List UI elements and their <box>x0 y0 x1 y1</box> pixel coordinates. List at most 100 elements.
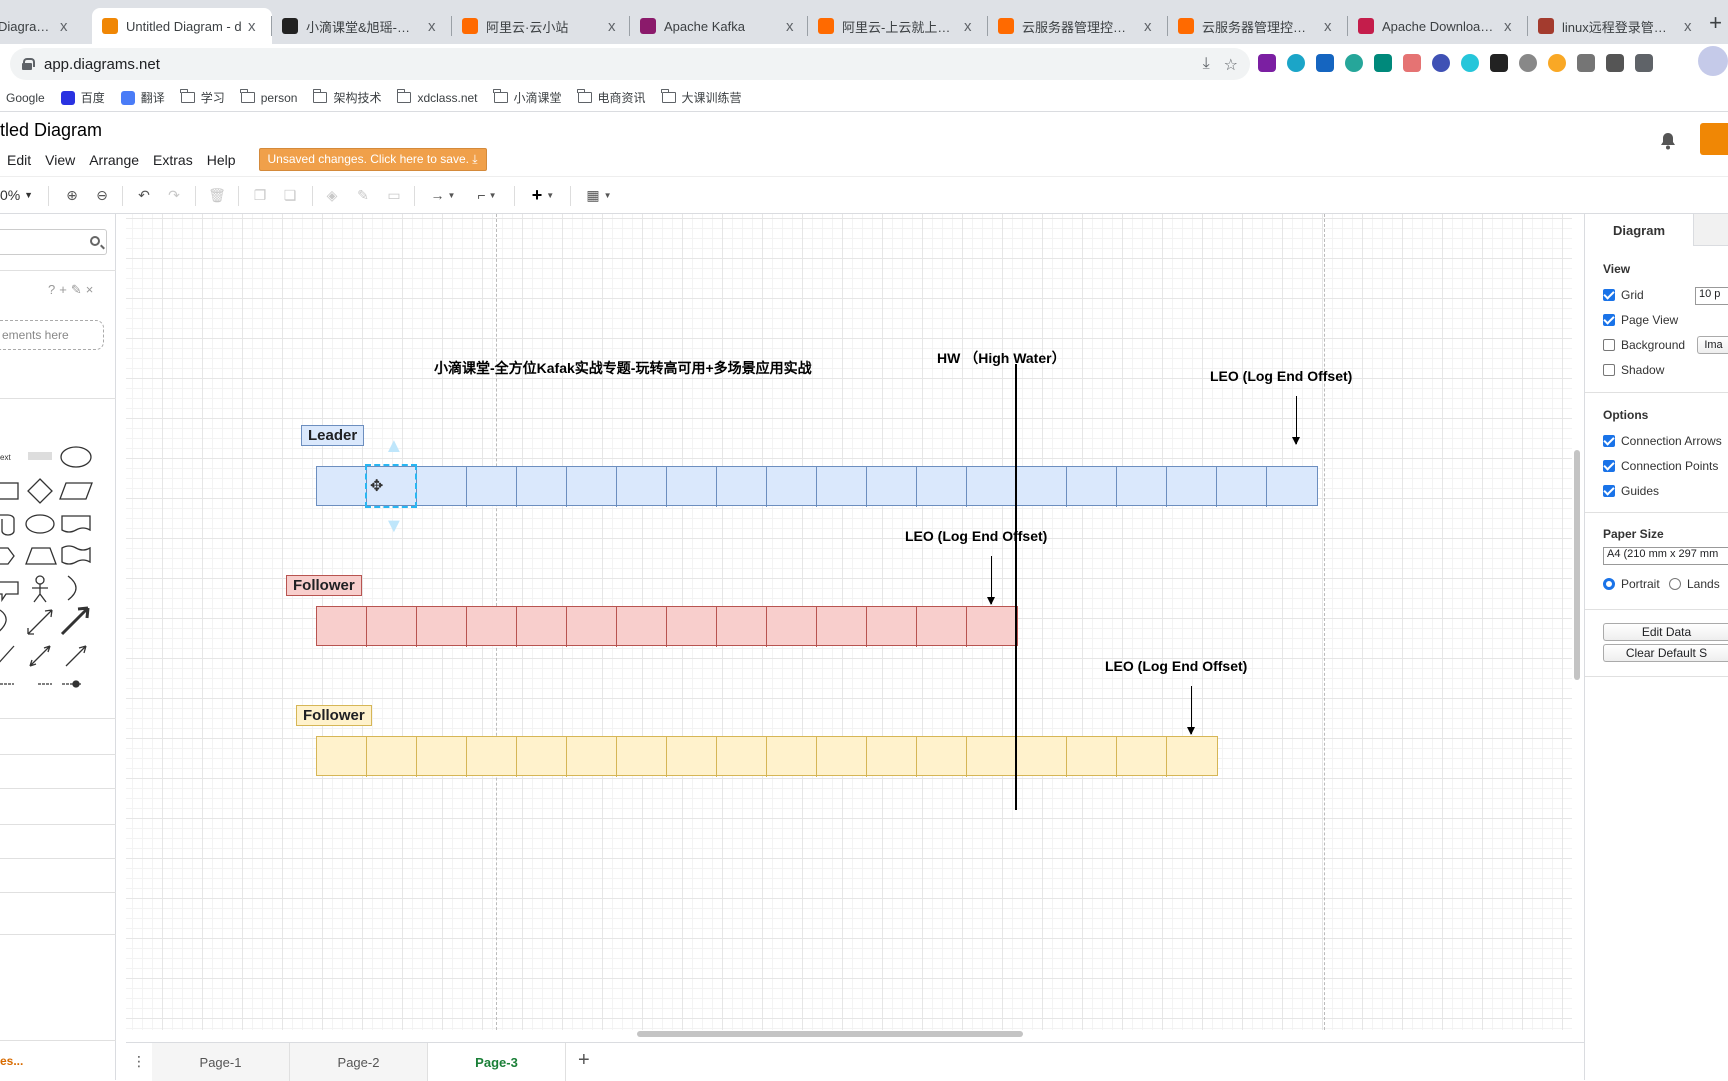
waypoints-icon[interactable]: ⌐ ▼ <box>470 185 504 205</box>
checkbox[interactable] <box>1603 339 1615 351</box>
search-icon[interactable] <box>90 236 100 246</box>
tab-page-2[interactable]: Page-2 <box>290 1043 428 1081</box>
log-cell[interactable] <box>817 467 867 507</box>
document-title[interactable]: itled Diagram <box>0 120 102 141</box>
high-water-line[interactable] <box>1015 364 1017 810</box>
close-icon[interactable]: × <box>86 282 98 297</box>
log-cell[interactable] <box>517 467 567 507</box>
log-cell[interactable] <box>617 467 667 507</box>
url-omnibox[interactable]: app.diagrams.net ⤓ ☆ <box>10 48 1250 80</box>
shadow-icon[interactable]: ▭ <box>384 185 404 205</box>
menu-arrange[interactable]: Arrange <box>82 152 146 168</box>
log-cell[interactable] <box>417 467 467 507</box>
to-front-icon[interactable]: ❐ <box>250 185 270 205</box>
browser-tab[interactable]: 云服务器管理控制台 x <box>988 8 1168 44</box>
browser-tab[interactable]: 云服务器管理控制台 x <box>1168 8 1348 44</box>
url-text[interactable]: app.diagrams.net <box>44 56 160 73</box>
unsaved-changes-button[interactable]: Unsaved changes. Click here to save. ⤓ <box>258 148 487 171</box>
extension-icon[interactable] <box>1577 54 1595 72</box>
extension-icon[interactable] <box>1287 54 1305 72</box>
extension-icon[interactable] <box>1316 54 1334 72</box>
extension-icon[interactable] <box>1519 54 1537 72</box>
radio[interactable] <box>1603 578 1615 590</box>
log-cell[interactable] <box>567 737 617 777</box>
diagram-title[interactable]: 小滴课堂-全方位Kafak实战专题-玩转高可用+多场景应用实战 <box>434 358 812 378</box>
log-cell[interactable] <box>317 467 367 507</box>
add-page-button[interactable]: + <box>578 1049 590 1072</box>
extension-icon[interactable] <box>1345 54 1363 72</box>
log-cell[interactable] <box>567 467 617 507</box>
grid-checkbox[interactable]: Grid <box>1603 288 1644 302</box>
checkbox[interactable] <box>1603 314 1615 326</box>
bookmark-item[interactable]: 大课训练营 <box>661 89 742 106</box>
fill-color-icon[interactable]: ◈ <box>322 185 342 205</box>
menu-help[interactable]: Help <box>200 152 243 168</box>
add-icon[interactable]: + <box>59 282 71 297</box>
connection-style-icon[interactable]: → ▼ <box>426 185 460 205</box>
log-cell[interactable] <box>917 607 967 647</box>
undo-icon[interactable]: ↶ <box>134 185 154 205</box>
log-cell[interactable] <box>417 737 467 777</box>
edit-data-button[interactable]: Edit Data <box>1603 623 1728 641</box>
shape-palette[interactable]: ext <box>0 404 116 884</box>
bookmark-item[interactable]: 翻译 <box>120 89 165 106</box>
log-cell[interactable] <box>967 467 1017 507</box>
leader-log-row[interactable] <box>316 466 1318 507</box>
clear-default-style-button[interactable]: Clear Default S <box>1603 644 1728 662</box>
tab-close-icon[interactable]: x <box>786 18 800 35</box>
zoom-out-icon[interactable]: ⊖ <box>92 185 112 205</box>
shadow-checkbox[interactable]: Shadow <box>1603 363 1664 377</box>
log-cell[interactable] <box>467 467 517 507</box>
radio[interactable] <box>1669 578 1681 590</box>
shape-search-input[interactable] <box>0 229 107 255</box>
log-cell[interactable] <box>1117 467 1167 507</box>
log-cell[interactable] <box>1167 737 1217 777</box>
delete-icon[interactable]: 🗑 <box>207 185 227 205</box>
menu-view[interactable]: View <box>38 152 82 168</box>
log-cell[interactable] <box>417 607 467 647</box>
log-cell[interactable] <box>667 467 717 507</box>
leo-label-follower-2[interactable]: LEO (Log End Offset) <box>1105 658 1247 674</box>
log-cell[interactable] <box>1017 737 1067 777</box>
log-cell[interactable] <box>617 607 667 647</box>
browser-tab[interactable]: Untitled Diagram - d x <box>92 8 272 44</box>
browser-tab[interactable]: 阿里云-上云就上阿里 x <box>808 8 988 44</box>
connect-arrow-up-icon[interactable]: ▲ <box>384 436 404 456</box>
to-back-icon[interactable]: ❏ <box>280 185 300 205</box>
tab-style[interactable] <box>1693 214 1728 246</box>
extension-icon[interactable] <box>1258 54 1276 72</box>
follower-log-row-2[interactable] <box>316 736 1218 777</box>
bookmark-item[interactable]: Google <box>6 91 45 105</box>
portrait-radio[interactable]: Portrait <box>1603 577 1660 591</box>
menu-extras[interactable]: Extras <box>146 152 200 168</box>
log-cell[interactable] <box>917 737 967 777</box>
tab-page-3[interactable]: Page-3 <box>428 1043 566 1081</box>
help-icon[interactable]: ? <box>48 282 59 297</box>
bookmark-item[interactable]: 学习 <box>180 89 225 106</box>
log-cell[interactable] <box>367 607 417 647</box>
connection-arrows-checkbox[interactable]: Connection Arrows <box>1603 434 1722 448</box>
paper-size-select[interactable]: A4 (210 mm x 297 mm <box>1603 547 1728 565</box>
notification-bell-icon[interactable] <box>1660 132 1676 150</box>
log-cell[interactable] <box>367 737 417 777</box>
install-app-icon[interactable]: ⤓ <box>1203 55 1210 75</box>
vertical-scrollbar[interactable] <box>1574 450 1580 680</box>
tab-diagram[interactable]: Diagram <box>1585 214 1693 246</box>
browser-tab[interactable]: Apache Kafka x <box>630 8 810 44</box>
log-cell[interactable] <box>717 607 767 647</box>
connection-points-checkbox[interactable]: Connection Points <box>1603 459 1718 473</box>
diagram-canvas[interactable]: 小滴课堂-全方位Kafak实战专题-玩转高可用+多场景应用实战 HW （High… <box>126 214 1572 1030</box>
log-cell[interactable] <box>967 607 1017 647</box>
log-cell[interactable] <box>1267 467 1317 507</box>
checkbox[interactable] <box>1603 485 1615 497</box>
bookmark-item[interactable]: 小滴课堂 <box>493 89 562 106</box>
leo-label-leader[interactable]: LEO (Log End Offset) <box>1210 368 1352 384</box>
extension-icon[interactable] <box>1548 54 1566 72</box>
tab-close-icon[interactable]: x <box>1144 18 1158 35</box>
page-view-checkbox[interactable]: Page View <box>1603 313 1678 327</box>
log-cell[interactable] <box>667 607 717 647</box>
tab-close-icon[interactable]: x <box>60 18 74 35</box>
page-menu-icon[interactable]: ⋮ <box>132 1053 146 1070</box>
edit-icon[interactable]: ✎ <box>71 282 86 297</box>
leo-arrow-follower-2[interactable] <box>1187 686 1195 735</box>
